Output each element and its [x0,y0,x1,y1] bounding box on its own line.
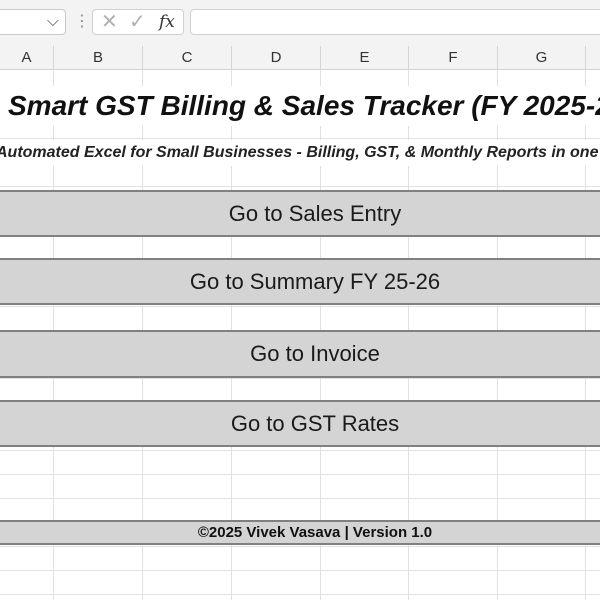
page-subtitle: Automated Excel for Small Businesses - B… [0,140,600,166]
column-header-e[interactable]: E [321,46,409,69]
footer-bar: ©2025 Vivek Vasava | Version 1.0 [0,520,600,545]
sales-entry-button-label: Go to Sales Entry [228,201,402,226]
sales-entry-button[interactable]: Go to Sales Entry [0,190,600,237]
insert-function-icon[interactable]: fx [159,11,175,33]
column-header-g[interactable]: G [498,46,586,69]
enter-icon[interactable]: ✓ [129,11,146,33]
column-header-d[interactable]: D [232,46,321,69]
summary-button[interactable]: Go to Summary FY 25-26 [0,258,600,305]
formula-input[interactable] [190,9,600,35]
footer-text: ©2025 Vivek Vasava | Version 1.0 [197,524,433,541]
chevron-down-icon[interactable]: ⌵ [47,12,59,32]
column-header-h[interactable] [586,46,600,69]
invoice-button-label: Go to Invoice [250,341,380,366]
page-title: Smart GST Billing & Sales Tracker (FY 20… [0,86,600,126]
invoice-button[interactable]: Go to Invoice [0,330,600,378]
name-box[interactable]: ⌵ [0,9,66,35]
column-header-b[interactable]: B [54,46,143,69]
formula-controls: ✕ ✓ fx [92,9,184,35]
gst-rates-button[interactable]: Go to GST Rates [0,400,600,447]
column-header-row: A B C D E F G [0,46,600,70]
page-title-text: Smart GST Billing & Sales Tracker (FY 20… [8,90,600,121]
formula-bar: ⌵ ⋮ ✕ ✓ fx [0,0,600,46]
column-header-f[interactable]: F [409,46,498,69]
summary-button-label: Go to Summary FY 25-26 [189,269,441,294]
cancel-icon[interactable]: ✕ [101,11,118,33]
page-subtitle-text: Automated Excel for Small Businesses - B… [0,144,600,161]
column-header-c[interactable]: C [143,46,232,69]
column-header-a[interactable]: A [0,46,54,69]
drag-handle-icon[interactable]: ⋮ [74,12,90,32]
gst-rates-button-label: Go to GST Rates [230,411,400,436]
